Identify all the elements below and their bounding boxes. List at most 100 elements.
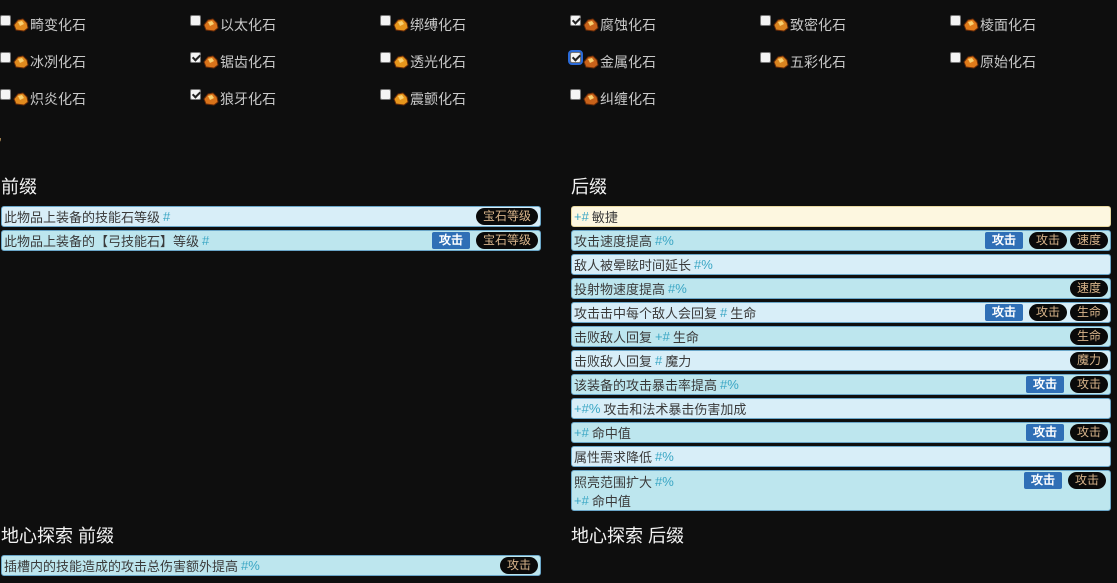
mod-tag: 攻击: [1069, 376, 1108, 393]
mod-tags: 攻击 攻击: [1023, 472, 1108, 489]
fossil-option[interactable]: 锯齿化石: [190, 51, 276, 73]
fossil-label: 锯齿化石: [220, 54, 276, 70]
fossil-checkbox[interactable]: [0, 52, 11, 63]
prefix-title: 前缀: [1, 177, 37, 197]
fossil-option[interactable]: 炽炎化石: [0, 88, 86, 110]
fossil-option[interactable]: 纠缠化石: [570, 88, 656, 110]
mod-row[interactable]: 此物品上装备的【弓技能石】等级 # 攻击 宝石等级: [1, 230, 541, 251]
mod-row[interactable]: 照亮范围扩大 #% +# 命中值 攻击 攻击: [571, 470, 1111, 511]
mod-row[interactable]: +# 敏捷: [571, 206, 1111, 227]
mod-tag: 宝石等级: [475, 232, 538, 249]
fossil-prismatic-icon: [773, 55, 789, 69]
fossil-checkbox[interactable]: [760, 52, 771, 63]
mod-row[interactable]: 投射物速度提高 #% 速度: [571, 278, 1111, 299]
mod-tag: 魔力: [1069, 352, 1108, 369]
fossil-checkbox[interactable]: [950, 52, 961, 63]
attack-type-badge: 攻击: [1025, 376, 1064, 393]
mod-tag: 攻击: [1067, 472, 1106, 489]
fossil-option[interactable]: 致密化石: [760, 14, 846, 36]
mod-text: 此物品上装备的技能石等级 #: [4, 207, 173, 226]
mod-label: 攻击速度提高: [574, 234, 653, 249]
mod-text: +# 命中值: [574, 423, 631, 442]
fossil-checkbox[interactable]: [190, 89, 201, 100]
mod-row[interactable]: 插槽内的技能造成的攻击总伤害额外提高 #% 攻击: [1, 555, 541, 576]
fossil-option[interactable]: 绑缚化石: [380, 14, 466, 36]
mod-value-placeholder: #%: [668, 281, 687, 296]
mod-label: 攻击击中每个敌人会回复: [574, 306, 718, 321]
mod-text: +#% 攻击和法术暴击伤害加成: [574, 399, 746, 418]
mod-tags: 攻击 攻击 生命: [984, 304, 1110, 321]
mod-label: 属性需求降低: [574, 450, 653, 465]
mod-value-placeholder: +#: [574, 209, 589, 224]
mod-row[interactable]: 攻击击中每个敌人会回复 # 生命 攻击 攻击 生命: [571, 302, 1111, 323]
fossil-checkbox[interactable]: [380, 89, 391, 100]
fossil-checkbox[interactable]: [0, 15, 11, 26]
mod-label: 命中值: [591, 426, 631, 441]
fossil-checkbox[interactable]: [570, 15, 581, 26]
fossil-option[interactable]: 五彩化石: [760, 51, 846, 73]
mod-row[interactable]: 敌人被晕眩时间延长 #%: [571, 254, 1111, 275]
fossil-option[interactable]: 透光化石: [380, 51, 466, 73]
mod-tag: 攻击: [1069, 424, 1108, 441]
mod-row[interactable]: +# 命中值 攻击 攻击: [571, 422, 1111, 443]
mod-value-placeholder: #%: [694, 257, 713, 272]
mod-tags: 速度: [1069, 280, 1110, 297]
fossil-scorched-icon: [13, 92, 29, 106]
fossil-label: 狼牙化石: [220, 91, 276, 107]
fossil-jagged-icon: [203, 55, 219, 69]
fossil-label: 棱面化石: [980, 17, 1036, 33]
fossil-checkbox[interactable]: [950, 15, 961, 26]
mod-text: 击败敌人回复 +# 生命: [574, 327, 699, 346]
fossil-checkbox[interactable]: [190, 15, 201, 26]
fossil-aetheric-icon: [203, 18, 219, 32]
fossil-metallic-icon: [583, 55, 599, 69]
fossil-label: 原始化石: [980, 54, 1036, 70]
mod-row[interactable]: 攻击速度提高 #% 攻击 攻击 速度: [571, 230, 1111, 251]
mod-row[interactable]: 击败敌人回复 # 魔力 魔力: [571, 350, 1111, 371]
fossil-option[interactable]: 震颤化石: [380, 88, 466, 110]
fossil-option[interactable]: 棱面化石: [950, 14, 1036, 36]
mod-tags: 攻击 攻击 速度: [984, 232, 1110, 249]
mod-label-tail: 生命: [730, 306, 757, 321]
fossil-checkbox[interactable]: [380, 52, 391, 63]
fossil-aberrant-icon: [13, 18, 29, 32]
fossil-checkbox[interactable]: [570, 89, 581, 100]
fossil-label: 腐蚀化石: [600, 17, 656, 33]
fossil-frigid-icon: [13, 55, 29, 69]
fossil-checkbox[interactable]: [190, 52, 201, 63]
fossil-option[interactable]: 冰冽化石: [0, 51, 86, 73]
mod-text: 该装备的攻击暴击率提高 #%: [574, 375, 742, 394]
mod-text: +# 敏捷: [574, 207, 618, 226]
fossil-option[interactable]: 腐蚀化石: [570, 14, 656, 36]
mod-value-placeholder: #: [202, 233, 210, 248]
mod-row[interactable]: 属性需求降低 #%: [571, 446, 1111, 467]
mod-row[interactable]: +#% 攻击和法术暴击伤害加成: [571, 398, 1111, 419]
mod-label: 击败敌人回复: [574, 330, 653, 345]
fossil-label: 纠缠化石: [600, 91, 656, 107]
mod-text: 此物品上装备的【弓技能石】等级 #: [4, 231, 212, 250]
mod-row[interactable]: 击败敌人回复 +# 生命 生命: [571, 326, 1111, 347]
mod-tags: 攻击 宝石等级: [431, 232, 540, 249]
fossil-option[interactable]: 以太化石: [190, 14, 276, 36]
mod-tags: 攻击 攻击: [1025, 424, 1110, 441]
mod-value-placeholder: +#: [574, 493, 589, 508]
mod-tags: 魔力: [1069, 352, 1110, 369]
mod-label: 敏捷: [591, 210, 618, 225]
delve-suffix-title: 地心探索 后缀: [571, 526, 685, 546]
fossil-label: 冰冽化石: [30, 54, 86, 70]
fossil-checkbox[interactable]: [568, 50, 583, 65]
mod-tag: 攻击: [1028, 304, 1067, 321]
fossil-label: 炽炎化石: [30, 91, 86, 107]
fossil-option[interactable]: 畸变化石: [0, 14, 86, 36]
fossil-checkbox[interactable]: [380, 15, 391, 26]
mod-row[interactable]: 该装备的攻击暴击率提高 #% 攻击 攻击: [571, 374, 1111, 395]
mod-label: 击败敌人回复: [574, 354, 653, 369]
fossil-option[interactable]: 狼牙化石: [190, 88, 276, 110]
fossil-checkbox[interactable]: [0, 89, 11, 100]
mod-tag: 宝石等级: [475, 208, 538, 225]
mod-row[interactable]: 此物品上装备的技能石等级 # 宝石等级: [1, 206, 541, 227]
fossil-checkbox[interactable]: [760, 15, 771, 26]
mod-label: 该装备的攻击暴击率提高: [574, 378, 718, 393]
fossil-option[interactable]: 原始化石: [950, 51, 1036, 73]
fossil-option[interactable]: 金属化石: [568, 50, 656, 73]
